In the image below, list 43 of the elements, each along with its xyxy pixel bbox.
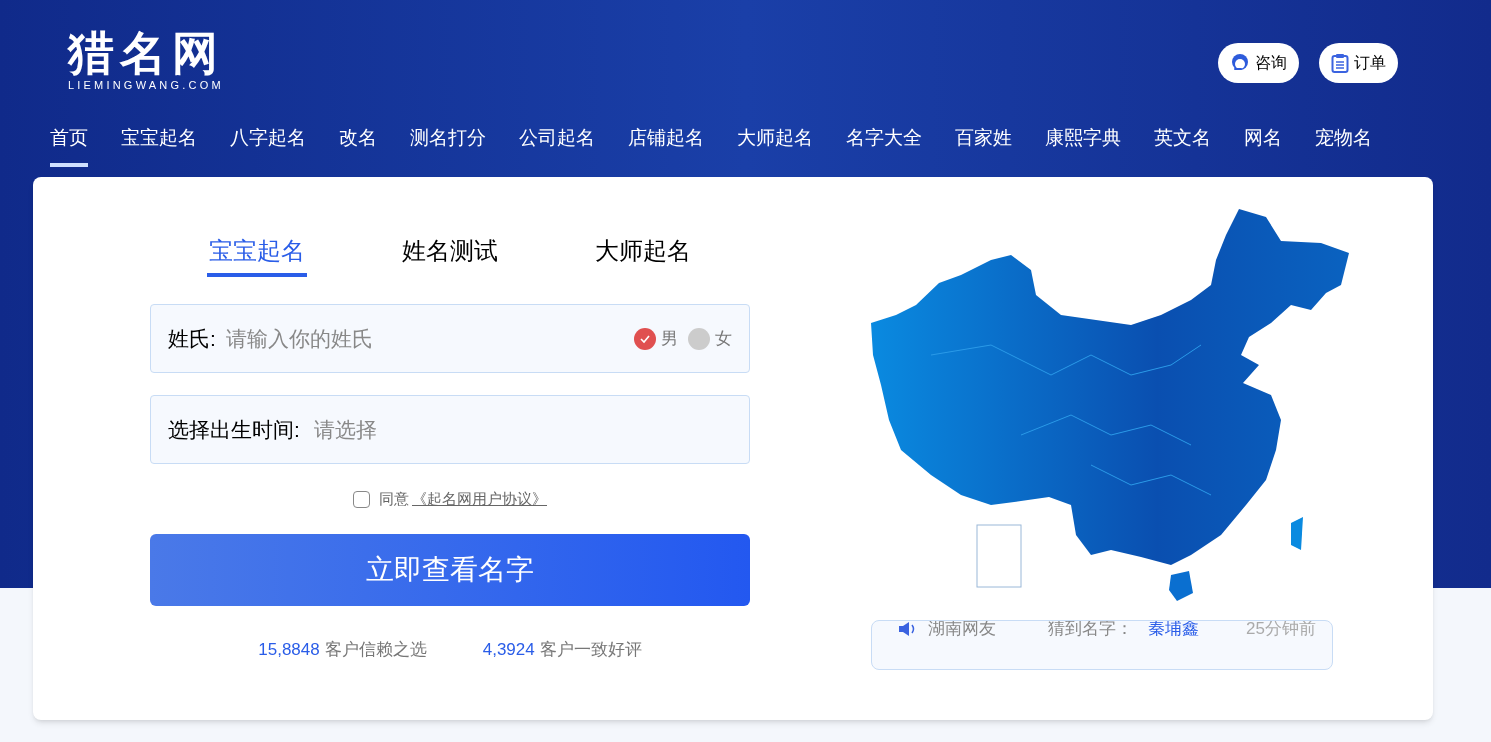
nav-link[interactable]: 测名打分 [410,120,486,167]
ticker-name: 秦埔鑫 [1148,621,1200,641]
nav-link[interactable]: 康熙字典 [1045,120,1121,167]
orders-button[interactable]: 订单 [1319,43,1398,83]
consult-button[interactable]: 咨询 [1218,43,1299,83]
view-names-button[interactable]: 立即查看名字 [150,534,750,606]
clipboard-icon [1331,53,1349,73]
agreement-checkbox[interactable] [353,490,370,508]
ticker-time: 25分钟前 [1246,621,1316,641]
form-tab[interactable]: 宝宝起名 [206,233,307,277]
stat-number: 15,8848 [258,639,320,661]
surname-field[interactable]: 姓氏: 请输入你的姓氏 男 女 [150,304,750,373]
nav-link[interactable]: 宠物名 [1315,120,1372,167]
nav-link[interactable]: 八字起名 [230,120,306,167]
nav-link[interactable]: 百家姓 [955,120,1012,167]
nav-link[interactable]: 宝宝起名 [121,120,197,167]
user-agreement-link[interactable]: 《起名网用户协议》 [412,487,547,511]
logo-domain: LIEMINGWANG.COM [68,78,224,92]
radio-button[interactable] [688,327,710,350]
radio-button[interactable] [634,327,656,350]
nav-link[interactable]: 名字大全 [846,120,922,167]
surname-input[interactable]: 请输入你的姓氏 [225,322,634,355]
stat-label: 客户一致好评 [539,639,642,661]
stat-label: 客户信赖之选 [324,639,427,661]
nav-link[interactable]: 英文名 [1154,120,1211,167]
stat-number: 4,3924 [482,639,535,661]
nav-link[interactable]: 大师起名 [737,120,813,167]
birth-time-input[interactable]: 请选择 [313,413,732,446]
birth-time-field[interactable]: 选择出生时间: 请选择 [150,395,750,464]
form-tab[interactable]: 大师起名 [593,233,694,277]
nav-link[interactable]: 首页 [50,120,88,167]
gender-label: 女 [715,327,732,350]
gender-label: 男 [661,327,678,350]
birth-time-label: 选择出生时间: [168,416,300,443]
nav-link[interactable]: 改名 [339,120,377,167]
ticker-user: 湖南网友 [928,621,997,641]
agreement-text: 同意 [379,488,409,509]
form-tab[interactable]: 姓名测试 [400,233,500,277]
nav-link[interactable]: 网名 [1244,120,1282,167]
logo-wordmark: 猎名网 [68,28,224,78]
surname-label: 姓氏: [168,325,216,352]
nav-link[interactable]: 公司起名 [519,120,595,167]
nav-link[interactable]: 店铺起名 [628,120,704,167]
